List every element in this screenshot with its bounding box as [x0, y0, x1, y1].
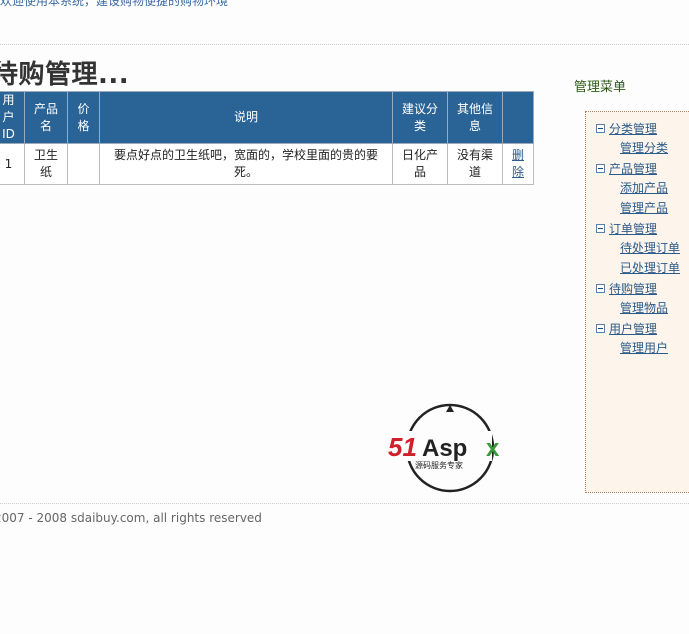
col-user-id: 用户ID: [0, 91, 25, 144]
menu-item-manage-product[interactable]: 管理产品: [620, 201, 668, 215]
cell-product: 卫生纸: [24, 143, 68, 185]
col-other: 其他信息: [447, 91, 503, 144]
cell-category: 日化产品: [392, 143, 448, 185]
cell-action: 删除: [502, 143, 534, 185]
menu-category-manage[interactable]: 分类管理: [609, 120, 657, 137]
menu-list: 分类管理 管理分类 产品管理 添加产品 管理产品 订单管理 待处理订单 已处理订…: [596, 118, 680, 358]
page-title: 待购管理...: [0, 60, 130, 90]
menu-item-manage-category[interactable]: 管理分类: [620, 141, 668, 155]
col-price: 价格: [67, 91, 100, 144]
menu-group-category: 分类管理 管理分类: [596, 118, 680, 158]
menu-group-purchase: 待购管理 管理物品: [596, 278, 680, 318]
cell-description: 要点好点的卫生纸吧，宽面的，学校里面的贵的要死。: [99, 143, 393, 185]
cell-price: [67, 143, 100, 185]
menu-title: 管理菜单: [574, 80, 627, 95]
footer-divider: [0, 503, 689, 504]
col-product: 产品名: [24, 91, 68, 144]
collapse-minus-icon[interactable]: [596, 283, 605, 293]
menu-product-manage[interactable]: 产品管理: [609, 160, 657, 177]
menu-item-manage-items[interactable]: 管理物品: [620, 301, 668, 315]
col-category: 建议分类: [392, 91, 448, 144]
menu-order-manage[interactable]: 订单管理: [609, 220, 657, 237]
logo-tagline: 源码服务专家: [415, 460, 463, 470]
collapse-minus-icon[interactable]: [596, 163, 605, 173]
svg-text:x: x: [486, 435, 500, 462]
menu-group-user: 用户管理 管理用户: [596, 318, 680, 358]
collapse-minus-icon[interactable]: [596, 223, 605, 233]
menu-item-processed-orders[interactable]: 已处理订单: [620, 261, 680, 275]
delete-link[interactable]: 删除: [512, 148, 524, 179]
top-tagline: 欢迎使用本系统，建设购物便捷的购物环境: [0, 0, 229, 8]
svg-text:Asp: Asp: [422, 435, 467, 462]
collapse-minus-icon[interactable]: [596, 323, 605, 333]
pending-purchase-table: 用户ID 产品名 价格 说明 建议分类 其他信息 1 卫生纸 要点好点的卫生纸吧…: [0, 91, 534, 185]
svg-text:51: 51: [388, 432, 417, 462]
menu-user-manage[interactable]: 用户管理: [609, 320, 657, 337]
menu-group-order: 订单管理 待处理订单 已处理订单: [596, 218, 680, 278]
top-divider: [0, 44, 689, 45]
menu-item-add-product[interactable]: 添加产品: [620, 181, 668, 195]
menu-item-pending-orders[interactable]: 待处理订单: [620, 241, 680, 255]
51aspx-logo: 51 Asp x 源码服务专家: [388, 403, 500, 493]
cell-other: 没有渠道: [447, 143, 503, 185]
admin-menu: 分类管理 管理分类 产品管理 添加产品 管理产品 订单管理 待处理订单 已处理订…: [585, 111, 689, 493]
cell-user-id: 1: [0, 143, 25, 185]
col-action: [502, 91, 534, 144]
menu-group-product: 产品管理 添加产品 管理产品: [596, 158, 680, 218]
menu-purchase-manage[interactable]: 待购管理: [609, 280, 657, 297]
collapse-minus-icon[interactable]: [596, 123, 605, 133]
table-row: 1 卫生纸 要点好点的卫生纸吧，宽面的，学校里面的贵的要死。 日化产品 没有渠道…: [0, 143, 534, 185]
col-description: 说明: [99, 91, 393, 144]
menu-item-manage-users[interactable]: 管理用户: [620, 341, 668, 355]
footer-copyright: 2007 - 2008 sdaibuy.com, all rights rese…: [0, 511, 262, 525]
table-header-row: 用户ID 产品名 价格 说明 建议分类 其他信息: [0, 91, 534, 144]
